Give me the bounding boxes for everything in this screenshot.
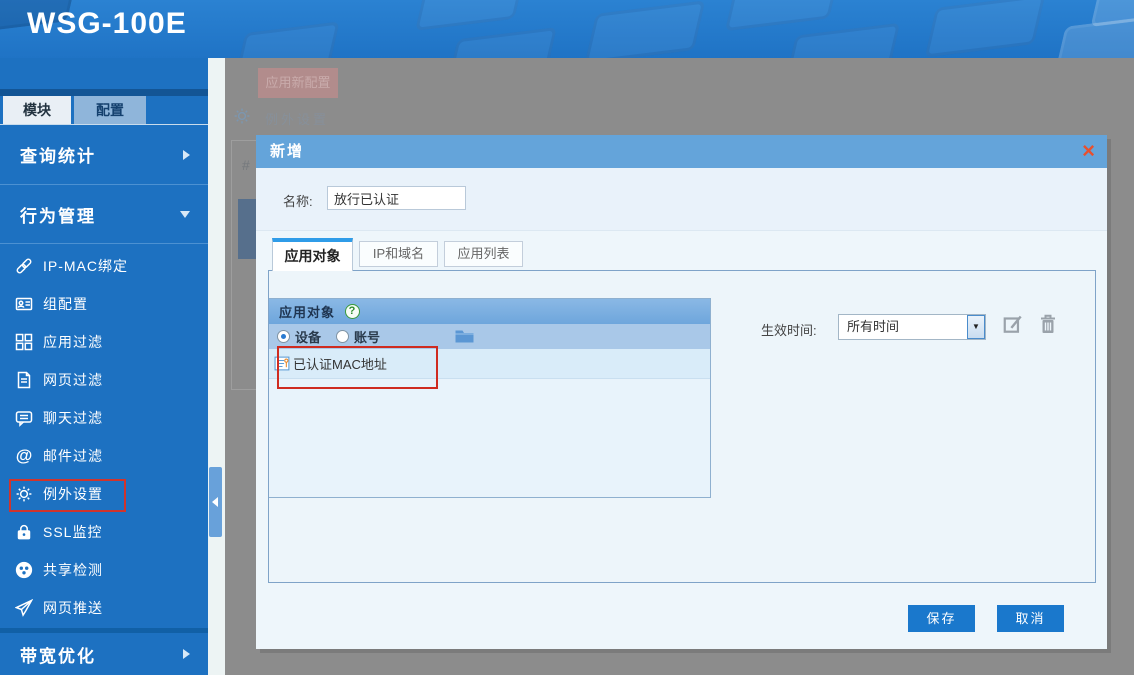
sidebar-tab-module[interactable]: 模块 xyxy=(3,96,71,124)
sidebar-item-label: 组配置 xyxy=(43,296,88,312)
at-icon: @ xyxy=(15,446,33,465)
annotation-redbox-tree-item xyxy=(277,346,438,389)
sidebar-item-label: 网页推送 xyxy=(43,600,103,616)
sidebar-item-mail-filter[interactable]: @ 邮件过滤 xyxy=(0,437,208,475)
close-icon[interactable]: × xyxy=(1082,137,1095,165)
keyboard-key-decor xyxy=(235,21,340,58)
chevron-down-icon[interactable]: ▼ xyxy=(967,315,985,339)
apply-new-config-button[interactable]: 应用新配置 xyxy=(258,68,338,98)
effective-time-select[interactable]: 所有时间 ▼ xyxy=(838,314,986,340)
sidebar-group-bandwidth-optimize[interactable]: 带宽优化 xyxy=(0,633,208,675)
link-icon xyxy=(14,256,34,276)
divider xyxy=(0,243,208,244)
sidebar-group-behavior-mgmt[interactable]: 行为管理 xyxy=(0,185,208,243)
sidebar-item-ip-mac-binding[interactable]: IP-MAC绑定 xyxy=(0,247,208,285)
sidebar-group-label: 行为管理 xyxy=(20,206,96,226)
panel-header: 应用对象 ? xyxy=(269,299,710,324)
help-icon[interactable]: ? xyxy=(345,304,361,319)
sidebar-item-web-filter[interactable]: 网页过滤 xyxy=(0,361,208,399)
effective-time-value: 所有时间 xyxy=(847,319,900,334)
sidebar-group-query-stats[interactable]: 查询统计 xyxy=(0,125,208,184)
save-button[interactable]: 保存 xyxy=(908,605,975,632)
name-field-row: 名称: xyxy=(256,168,1107,231)
sidebar-item-app-filter[interactable]: 应用过滤 xyxy=(0,323,208,361)
keyboard-key-decor xyxy=(784,22,901,58)
tab-content-panel: 应用对象 ? 设备 账号 已认证MAC地址 生效时间: 所有时间 ▼ xyxy=(268,270,1096,583)
sidebar-item-label: 邮件过滤 xyxy=(43,448,103,464)
chevron-down-icon xyxy=(180,210,190,218)
tab-app-list[interactable]: 应用列表 xyxy=(444,241,523,267)
dialog-title: 新增 xyxy=(270,143,305,160)
cancel-button[interactable]: 取消 xyxy=(997,605,1064,632)
chevron-right-icon xyxy=(183,149,190,160)
effective-time-label: 生效时间: xyxy=(761,323,817,338)
sidebar-item-ssl-monitor[interactable]: SSL监控 xyxy=(0,513,208,551)
app-object-panel: 应用对象 ? 设备 账号 已认证MAC地址 xyxy=(269,298,711,498)
id-card-icon xyxy=(14,294,34,314)
sidebar-item-label: SSL监控 xyxy=(43,524,103,540)
chat-icon xyxy=(14,408,34,428)
grid-icon xyxy=(14,332,34,352)
radio-account-label[interactable]: 账号 xyxy=(354,327,380,346)
lock-icon xyxy=(14,522,34,542)
new-entry-dialog: 新增 × 名称: 应用对象 IP和域名 应用列表 应用对象 ? 设备 账号 xyxy=(256,135,1107,649)
background-table-glyph: # xyxy=(242,157,250,173)
app-logo-title: WSG-100E xyxy=(27,7,187,40)
annotation-redbox-exception-settings xyxy=(9,479,126,512)
sidebar-item-group-config[interactable]: 组配置 xyxy=(0,285,208,323)
panel-title: 应用对象 xyxy=(279,305,336,320)
keyboard-key-decor xyxy=(724,0,841,32)
share-icon xyxy=(14,560,34,580)
sidebar: 模块 配置 查询统计 行为管理 IP-MAC绑定 组配置 应用过滤 网页过滤 聊… xyxy=(0,58,208,675)
gear-icon xyxy=(233,107,251,125)
page-title: 例外设置 xyxy=(265,112,330,127)
keyboard-key-decor xyxy=(924,0,1046,58)
keyboard-key-decor xyxy=(584,0,706,58)
sidebar-item-label: 网页过滤 xyxy=(43,372,103,388)
name-input[interactable] xyxy=(327,186,466,210)
edit-icon[interactable] xyxy=(1002,313,1024,335)
radio-device[interactable] xyxy=(277,330,290,343)
sidebar-item-share-detection[interactable]: 共享检测 xyxy=(0,551,208,589)
sidebar-tab-config[interactable]: 配置 xyxy=(74,96,146,124)
sidebar-item-web-push[interactable]: 网页推送 xyxy=(0,589,208,627)
trash-icon[interactable] xyxy=(1038,313,1058,335)
tab-app-object[interactable]: 应用对象 xyxy=(272,238,353,271)
sidebar-item-chat-filter[interactable]: 聊天过滤 xyxy=(0,399,208,437)
name-field-label: 名称: xyxy=(283,194,313,209)
sidebar-group-label: 查询统计 xyxy=(20,147,96,166)
sidebar-item-label: IP-MAC绑定 xyxy=(43,258,128,274)
radio-account[interactable] xyxy=(336,330,350,343)
webpage-icon xyxy=(14,370,34,390)
tab-ip-domain[interactable]: IP和域名 xyxy=(359,241,438,267)
collapse-left-icon xyxy=(212,497,218,507)
sidebar-collapse-handle[interactable] xyxy=(209,467,222,537)
sidebar-item-label: 聊天过滤 xyxy=(43,410,103,426)
app-header: WSG-100E xyxy=(0,0,1134,58)
chevron-right-icon xyxy=(183,649,190,659)
keyboard-key-decor xyxy=(447,27,557,58)
dialog-titlebar: 新增 × xyxy=(256,135,1107,168)
radio-device-label[interactable]: 设备 xyxy=(295,327,321,346)
sidebar-header-shadow xyxy=(0,89,208,96)
sidebar-item-label: 应用过滤 xyxy=(43,334,103,350)
sidebar-item-label: 共享检测 xyxy=(43,562,103,578)
sidebar-group-label: 带宽优化 xyxy=(20,646,96,666)
keyboard-key-decor xyxy=(415,0,525,31)
dialog-tabbar: 应用对象 IP和域名 应用列表 xyxy=(272,238,523,271)
folder-icon[interactable] xyxy=(455,329,474,344)
sidebar-gutter xyxy=(208,58,225,675)
paper-plane-icon xyxy=(14,598,34,618)
